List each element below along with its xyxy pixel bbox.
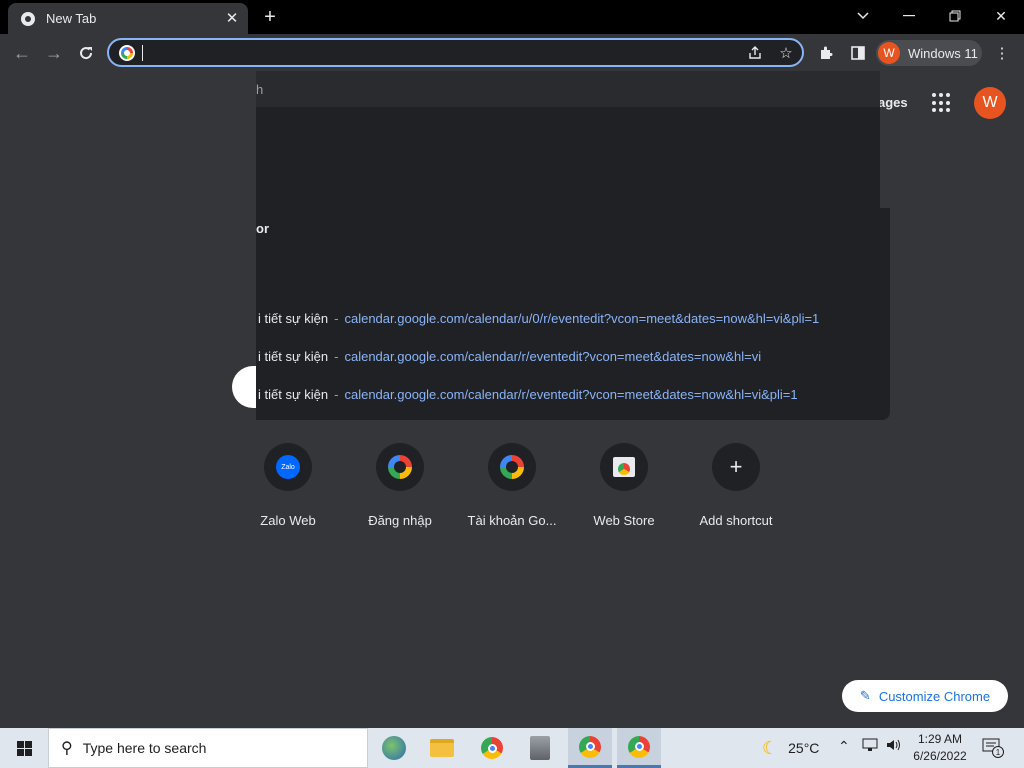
taskbar-app-chrome-profile-1[interactable] <box>568 728 612 768</box>
clock-time: 1:29 AM <box>917 732 963 746</box>
tab-close-icon[interactable]: ✕ <box>224 10 240 27</box>
share-icon[interactable] <box>745 43 765 63</box>
suggestion-item[interactable]: i tiết sự kiện - calendar.google.com/calen… <box>258 387 798 402</box>
new-tab-page: ages W h or i tiết sự kiện - calendar.goog… <box>0 71 1024 728</box>
dropdown-fragment-text: h <box>256 82 264 97</box>
google-icon <box>119 45 135 61</box>
suggestion-separator: - <box>334 311 339 326</box>
more-menu-icon[interactable]: ⋮ <box>992 43 1012 63</box>
shortcut-label: Web Store <box>593 513 655 528</box>
plus-icon: + <box>712 443 760 491</box>
chrome-icon <box>481 737 503 759</box>
windows-logo-icon <box>16 740 32 756</box>
notification-count: 1 <box>992 746 1004 758</box>
extensions-icon[interactable] <box>816 43 836 63</box>
bookmark-star-icon[interactable]: ☆ <box>776 43 796 63</box>
forward-button[interactable]: → <box>42 41 66 65</box>
google-icon <box>488 443 536 491</box>
shortcut-label: Add shortcut <box>699 513 773 528</box>
taskbar-app-file-explorer[interactable] <box>420 728 464 768</box>
dropdown-section-heading: or <box>256 221 269 236</box>
web-store-icon <box>600 443 648 491</box>
chrome-tab-icon <box>21 11 35 26</box>
profile-button[interactable]: W Windows 11 <box>876 40 982 66</box>
taskbar-search-box[interactable]: ⚲ Type here to search <box>48 728 368 768</box>
address-bar[interactable]: ☆ <box>107 38 804 67</box>
suggestion-item[interactable]: i tiết sự kiện - calendar.google.com/calen… <box>258 349 761 364</box>
profile-name: Windows 11 <box>908 45 978 61</box>
archive-icon <box>530 736 550 760</box>
shortcut-label: Zalo Web <box>260 513 316 528</box>
suggestion-title: i tiết sự kiện <box>258 349 329 364</box>
taskbar-app-chrome-profile-2[interactable] <box>617 728 661 768</box>
taskbar-search-placeholder: Type here to search <box>82 740 207 756</box>
suggestion-title: i tiết sự kiện <box>258 311 329 326</box>
title-bar: New Tab ✕ + ✕ <box>0 0 1024 34</box>
close-window-button[interactable]: ✕ <box>988 4 1014 28</box>
new-tab-button[interactable]: + <box>259 6 281 28</box>
suggestion-separator: - <box>334 387 339 402</box>
tab-title: New Tab <box>46 11 97 26</box>
shortcut-label: Đăng nhập <box>368 513 432 528</box>
dropdown-header-strip: h <box>256 71 880 107</box>
google-apps-icon[interactable] <box>932 93 952 113</box>
weather-temp: 25°C <box>788 740 820 756</box>
google-icon <box>376 443 424 491</box>
images-link[interactable]: ages <box>878 95 908 110</box>
add-shortcut-button[interactable]: + Add shortcut <box>686 443 786 528</box>
shortcut-label: Tài khoản Go... <box>467 513 557 528</box>
reload-button[interactable] <box>74 41 98 65</box>
suggestion-url: calendar.google.com/calendar/r/eventedit… <box>344 349 762 364</box>
address-input[interactable] <box>147 43 737 63</box>
restore-button[interactable] <box>942 4 968 28</box>
search-icon: ⚲ <box>61 740 73 757</box>
chrome-profile-icon <box>579 735 601 758</box>
pencil-icon: ✎ <box>859 688 871 703</box>
customize-chrome-button[interactable]: ✎ Customize Chrome <box>842 680 1008 712</box>
shortcut-web-store[interactable]: Web Store <box>574 443 674 528</box>
clock-date: 6/26/2022 <box>913 749 967 763</box>
chrome-profile-icon <box>628 735 650 758</box>
zalo-icon: Zalo <box>264 443 312 491</box>
account-avatar[interactable]: W <box>974 87 1006 119</box>
volume-icon[interactable] <box>886 738 902 755</box>
windows-taskbar: ⚲ Type here to search ☾ 25°C ⌃ 1:29 AM 6… <box>0 728 1024 768</box>
clock[interactable]: 1:29 AM 6/26/2022 <box>908 731 972 765</box>
taskbar-app-winrar[interactable] <box>518 728 562 768</box>
tab-new-tab[interactable]: New Tab ✕ <box>8 3 248 34</box>
back-button[interactable]: ← <box>10 41 34 65</box>
text-caret <box>142 45 143 61</box>
side-panel-icon[interactable] <box>848 43 868 63</box>
globe-download-icon <box>382 736 406 760</box>
suggestion-separator: - <box>334 349 339 364</box>
taskbar-app-idm[interactable] <box>372 728 416 768</box>
shortcut-dang-nhap[interactable]: Đăng nhập <box>350 443 450 528</box>
suggestion-url: calendar.google.com/calendar/r/eventedit… <box>344 387 798 402</box>
start-button[interactable] <box>0 728 48 768</box>
folder-icon <box>430 739 454 757</box>
profile-avatar: W <box>878 42 900 64</box>
minimize-button[interactable] <box>896 4 922 28</box>
chevron-up-icon[interactable]: ⌃ <box>838 738 850 755</box>
network-icon[interactable] <box>862 738 878 755</box>
tab-search-icon[interactable] <box>850 4 876 28</box>
taskbar-app-chrome[interactable] <box>470 728 514 768</box>
search-box-fragment[interactable] <box>232 366 256 408</box>
moon-icon: ☾ <box>762 737 779 758</box>
suggestion-url: calendar.google.com/calendar/u/0/r/event… <box>344 311 820 326</box>
suggestion-title: i tiết sự kiện <box>258 387 329 402</box>
weather-widget[interactable]: ☾ 25°C <box>762 728 819 768</box>
notification-icon[interactable]: 1 <box>982 738 1004 758</box>
suggestion-item[interactable]: i tiết sự kiện - calendar.google.com/calen… <box>258 311 819 326</box>
customize-label: Customize Chrome <box>878 688 991 704</box>
shortcut-zalo-web[interactable]: Zalo Zalo Web <box>238 443 338 528</box>
shortcut-tai-khoan-google[interactable]: Tài khoản Go... <box>462 443 562 528</box>
browser-toolbar: ← → ☆ W Windows 11 ⋮ <box>0 34 1024 71</box>
